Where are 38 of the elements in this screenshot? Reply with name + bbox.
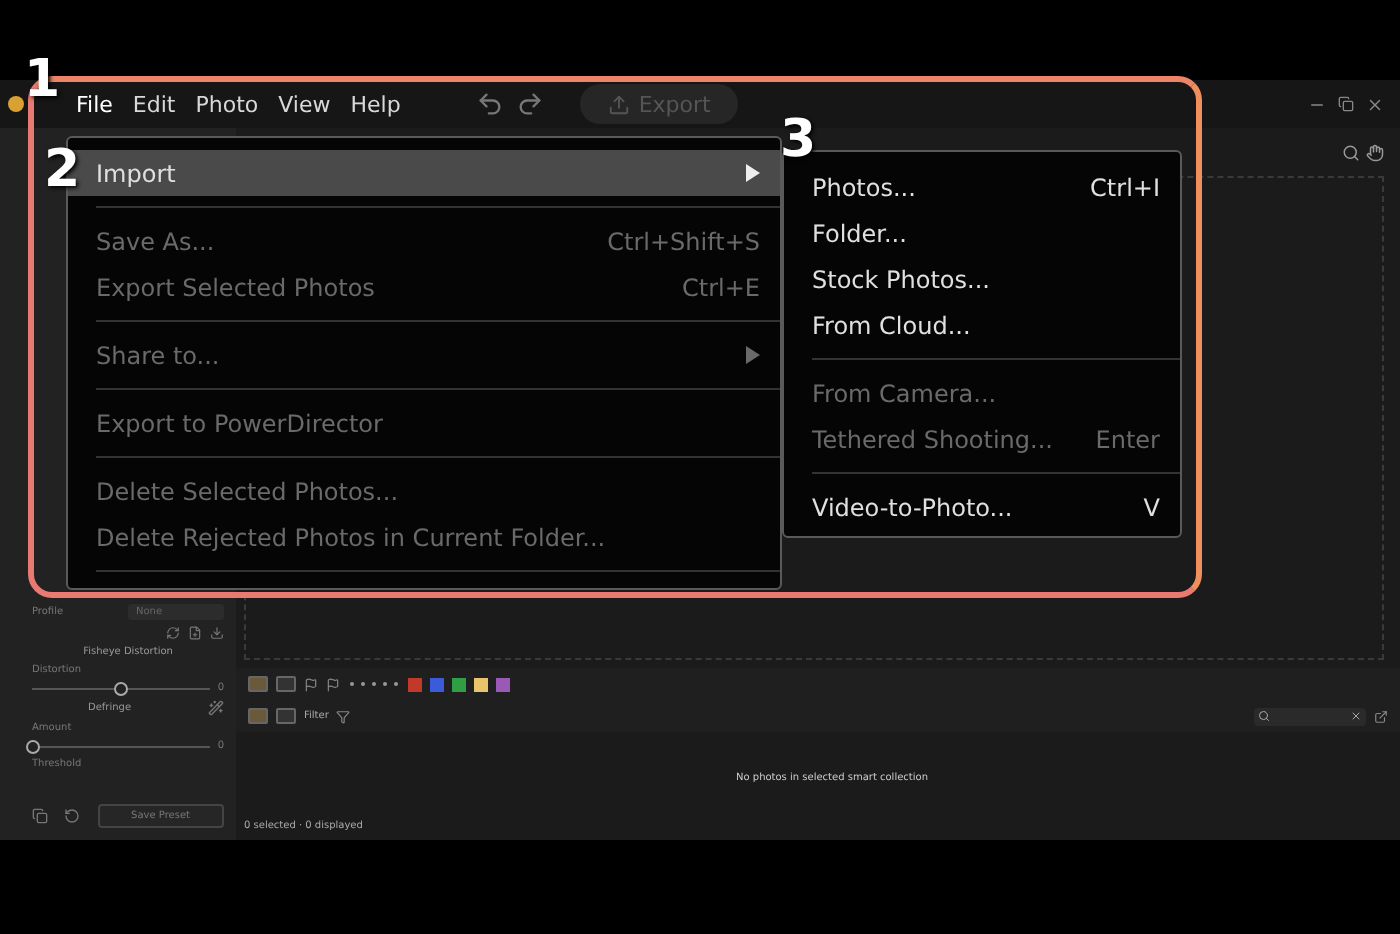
restore-icon[interactable]: [1338, 96, 1354, 112]
step-number: 3: [780, 114, 817, 166]
rating-dots-icon[interactable]: [348, 680, 400, 688]
menu-title[interactable]: Photo: [191, 91, 263, 117]
copy-icon[interactable]: [32, 808, 48, 824]
slider-thumb[interactable]: [114, 681, 129, 695]
search-field[interactable]: [1254, 707, 1366, 725]
menu-item[interactable]: Folder...: [784, 210, 1180, 256]
redo-icon[interactable]: [516, 90, 545, 118]
menu-title[interactable]: File: [72, 91, 117, 117]
slider-thumb[interactable]: [26, 739, 40, 753]
refresh-icon[interactable]: [166, 626, 180, 640]
search-icon: [1258, 710, 1270, 722]
color-label[interactable]: [408, 677, 422, 691]
undo-icon[interactable]: [476, 90, 505, 118]
external-link-icon[interactable]: [1374, 709, 1388, 723]
color-label[interactable]: [452, 677, 466, 691]
color-label[interactable]: [496, 677, 510, 691]
upload-icon: [608, 93, 631, 115]
file-icon[interactable]: [188, 626, 202, 640]
menu-title[interactable]: View: [274, 91, 335, 117]
color-label[interactable]: [430, 677, 444, 691]
color-label[interactable]: [474, 677, 488, 691]
menu-item[interactable]: Photos... Ctrl+I: [784, 164, 1180, 210]
clear-icon[interactable]: [1350, 710, 1362, 722]
app-logo-icon: [8, 96, 24, 112]
menu-item[interactable]: From Cloud...: [784, 302, 1180, 348]
wand-icon[interactable]: [208, 700, 224, 716]
close-icon[interactable]: [1366, 95, 1384, 113]
filter-icon[interactable]: [336, 709, 351, 723]
download-icon[interactable]: [210, 626, 224, 640]
menu-title[interactable]: Help: [346, 91, 405, 117]
search-icon[interactable]: [1342, 143, 1360, 161]
menu-item[interactable]: Video-to-Photo... V: [784, 484, 1180, 530]
hand-icon[interactable]: [1366, 143, 1384, 161]
reset-icon[interactable]: [64, 808, 81, 824]
menu-item[interactable]: Stock Photos...: [784, 256, 1180, 302]
menu-title[interactable]: Edit: [128, 91, 180, 117]
